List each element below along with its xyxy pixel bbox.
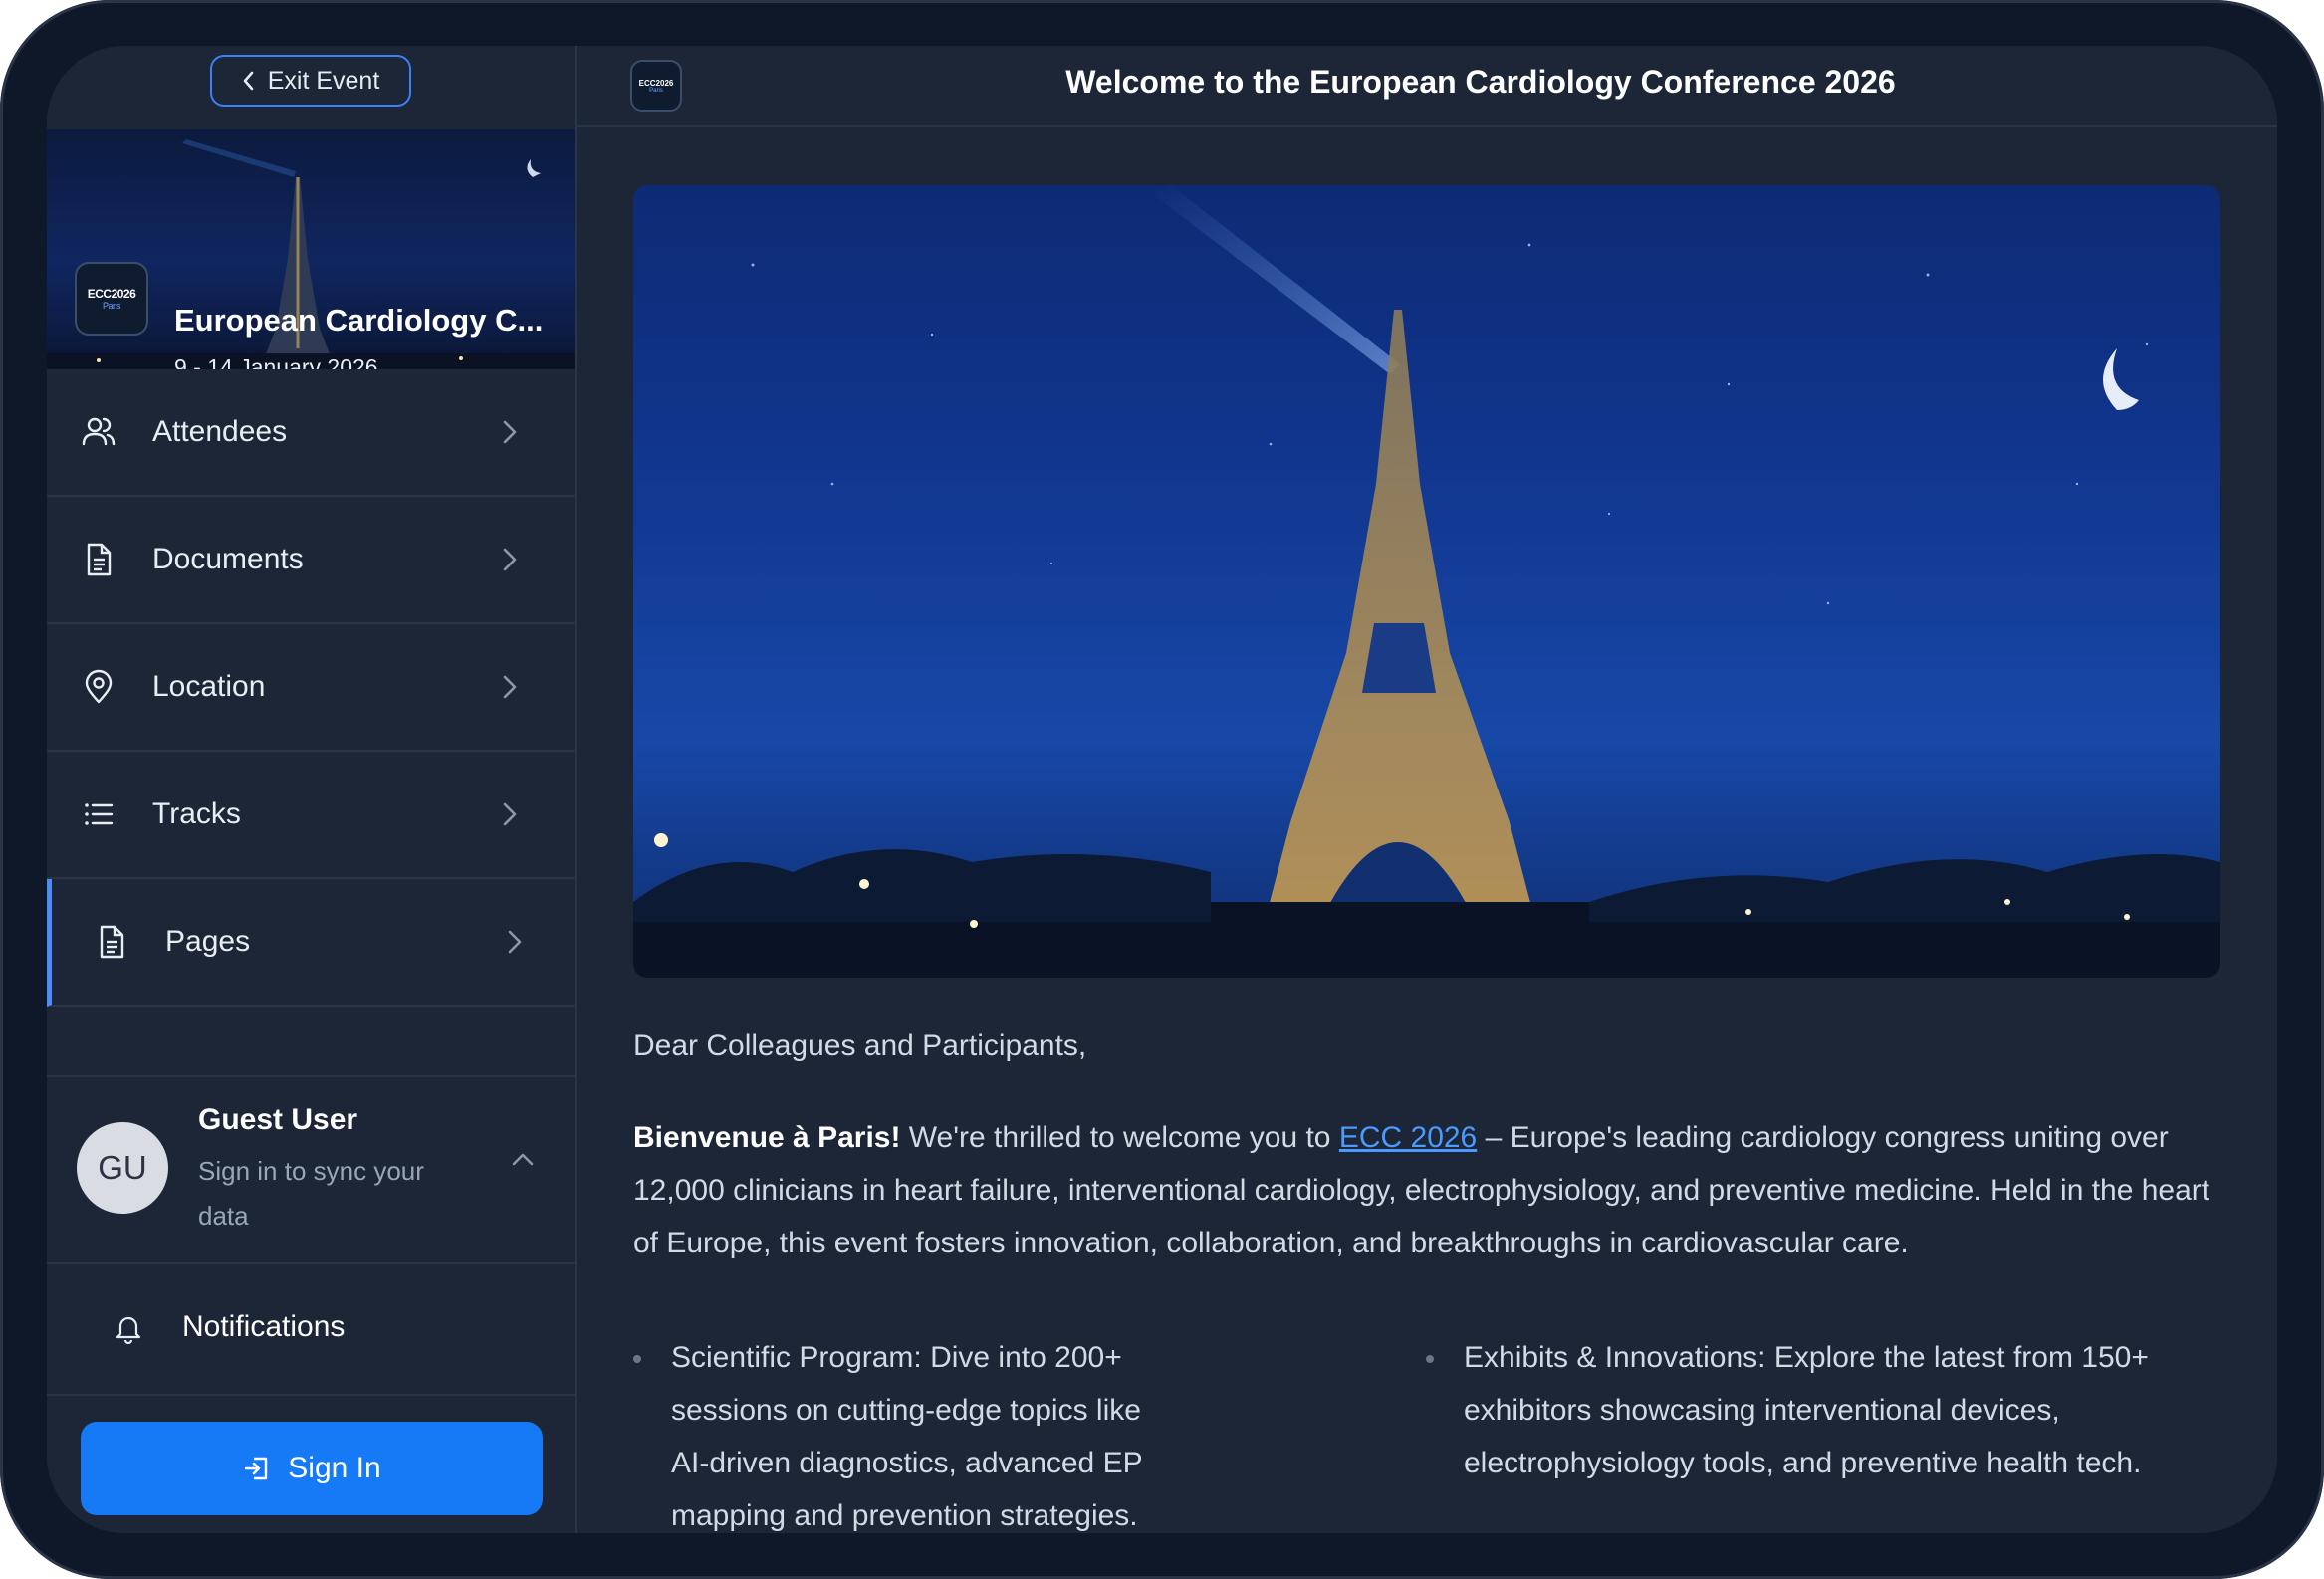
sidebar: Exit Event ECC2026 Paris European Cardio… bbox=[47, 46, 577, 1533]
document-icon bbox=[87, 543, 112, 576]
sidebar-item-label: Location bbox=[152, 670, 266, 703]
event-date: 9 - 14 January 2026 bbox=[174, 354, 378, 369]
user-name: Guest User bbox=[198, 1103, 358, 1136]
sidebar-item-label: Documents bbox=[152, 543, 304, 575]
hero-image bbox=[633, 185, 2220, 978]
event-logo-text: ECC2026 bbox=[87, 287, 136, 301]
eiffel-tower-image bbox=[633, 185, 2220, 978]
intro-paragraph: Bienvenue à Paris! We're thrilled to wel… bbox=[633, 1111, 2226, 1269]
sidebar-item-attendees[interactable]: Attendees bbox=[47, 369, 575, 497]
sidebar-nav: Attendees Documents Location Tracks Page bbox=[47, 369, 575, 1007]
event-title: European Cardiology C... bbox=[174, 303, 544, 338]
sidebar-item-label: Attendees bbox=[152, 415, 288, 448]
document-icon bbox=[100, 925, 124, 959]
avatar: GU bbox=[77, 1122, 168, 1214]
list-item-text: Exhibits & Innovations: Explore the late… bbox=[1464, 1341, 2149, 1479]
intro-bold: Bienvenue à Paris! bbox=[633, 1121, 901, 1154]
notifications-item[interactable]: Notifications bbox=[47, 1264, 575, 1396]
sign-in-label: Sign In bbox=[288, 1452, 381, 1484]
intro-text-pre: We're thrilled to welcome you to bbox=[900, 1121, 1339, 1154]
chevron-right-icon bbox=[508, 930, 522, 954]
list-item-text: Scientific Program: Dive into 200+ sessi… bbox=[671, 1341, 1143, 1532]
bullet-dot bbox=[1426, 1355, 1434, 1363]
header-event-logo: ECC2026 Paris bbox=[630, 60, 682, 112]
list-item: Exhibits & Innovations: Explore the late… bbox=[1426, 1331, 2201, 1489]
event-banner: ECC2026 Paris European Cardiology C... 9… bbox=[47, 129, 575, 369]
sidebar-item-pages[interactable]: Pages bbox=[47, 879, 575, 1007]
sign-in-button[interactable]: Sign In bbox=[81, 1422, 543, 1515]
sidebar-item-label: Pages bbox=[165, 925, 251, 958]
ecc-2026-link[interactable]: ECC 2026 bbox=[1339, 1121, 1477, 1154]
chevron-right-icon bbox=[503, 675, 517, 699]
exit-event-button[interactable]: Exit Event bbox=[210, 55, 411, 107]
sidebar-item-tracks[interactable]: Tracks bbox=[47, 752, 575, 879]
event-logo-sub: Paris bbox=[102, 301, 121, 311]
sidebar-item-label: Tracks bbox=[152, 797, 241, 830]
device-frame: Exit Event ECC2026 Paris European Cardio… bbox=[0, 0, 2324, 1579]
chevron-left-icon bbox=[243, 71, 254, 91]
location-pin-icon bbox=[85, 669, 113, 704]
user-subtitle: Sign in to sync your data bbox=[198, 1156, 424, 1231]
app-screen: Exit Event ECC2026 Paris European Cardio… bbox=[47, 46, 2277, 1533]
bell-icon bbox=[116, 1316, 141, 1344]
event-logo: ECC2026 Paris bbox=[75, 262, 148, 336]
sidebar-item-location[interactable]: Location bbox=[47, 624, 575, 752]
chevron-right-icon bbox=[503, 548, 517, 571]
header-logo-sub: Paris bbox=[649, 87, 663, 94]
notifications-label: Notifications bbox=[182, 1310, 346, 1343]
exit-event-label: Exit Event bbox=[267, 66, 380, 95]
list-item: Scientific Program: Dive into 200+ sessi… bbox=[633, 1331, 1169, 1533]
sidebar-item-documents[interactable]: Documents bbox=[47, 497, 575, 624]
users-icon bbox=[82, 417, 116, 446]
greeting-text: Dear Colleagues and Participants, bbox=[633, 1029, 1087, 1062]
list-icon bbox=[85, 803, 114, 825]
chevron-right-icon bbox=[503, 420, 517, 444]
header-logo-text: ECC2026 bbox=[638, 78, 674, 88]
chevron-right-icon bbox=[503, 802, 517, 826]
sign-in-icon bbox=[245, 1457, 268, 1480]
user-profile[interactable]: GU Guest User Sign in to sync your data bbox=[47, 1075, 575, 1264]
sidebar-top: Exit Event bbox=[47, 46, 575, 129]
bullet-dot bbox=[633, 1355, 641, 1363]
chevron-up-icon[interactable] bbox=[510, 1149, 536, 1169]
page-title: Welcome to the European Cardiology Confe… bbox=[1065, 64, 1896, 100]
